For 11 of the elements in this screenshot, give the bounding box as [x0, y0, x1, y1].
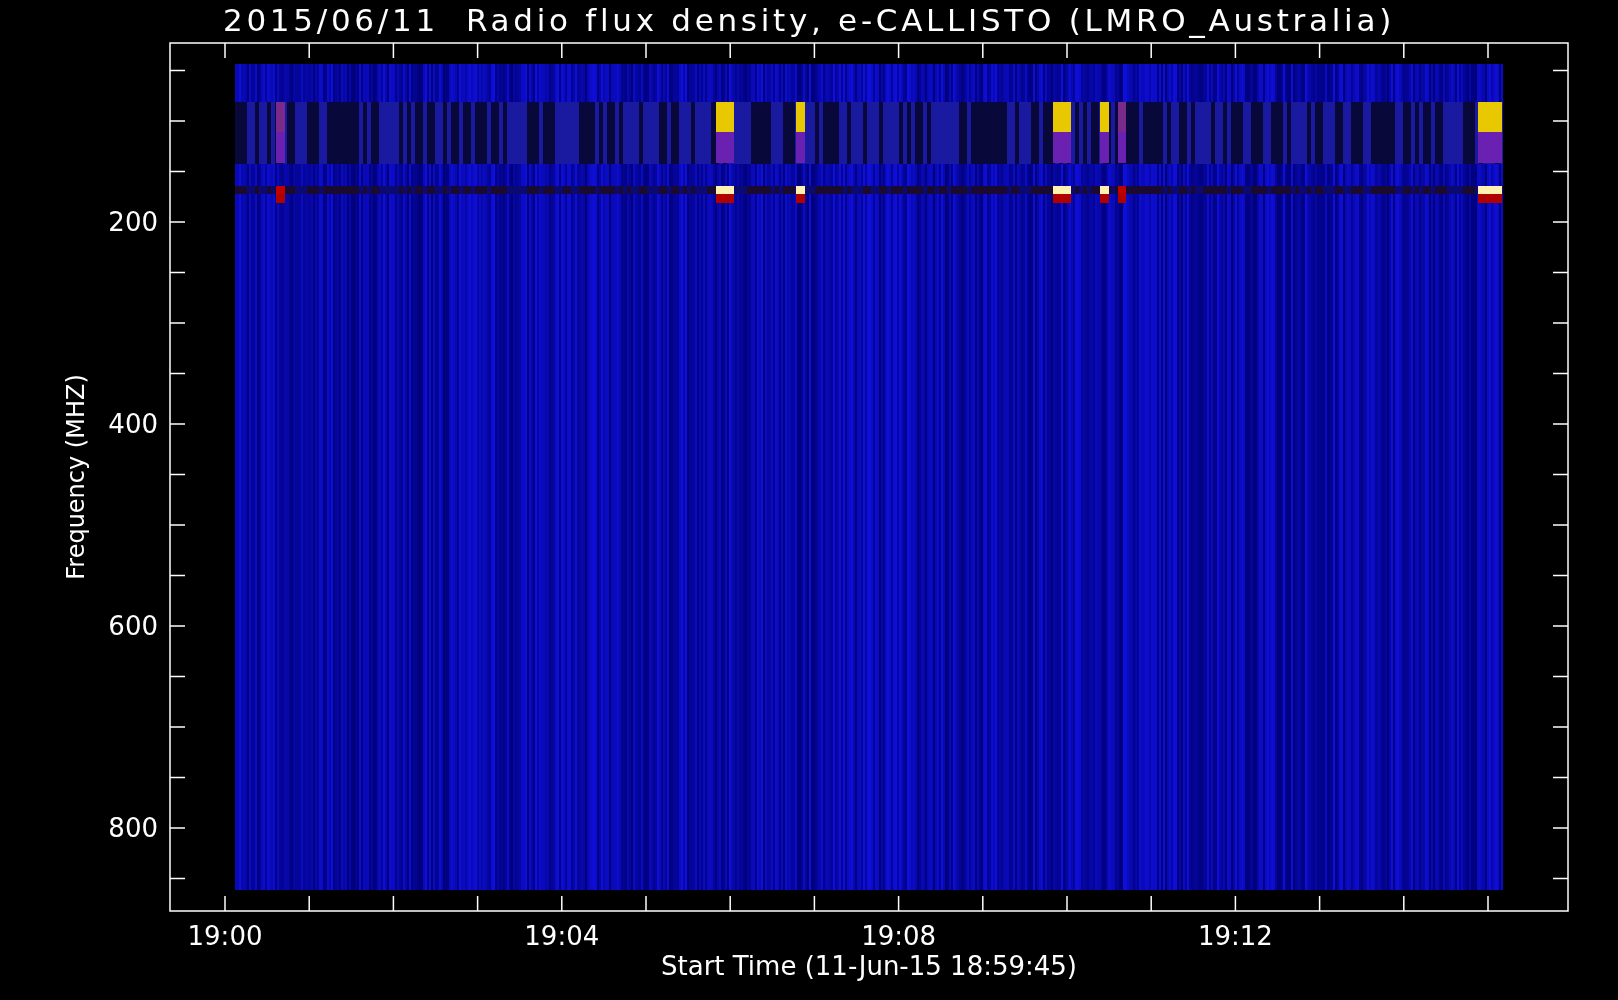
y-tick-label: 600 — [108, 611, 158, 641]
x-tick-label: 19:08 — [861, 921, 937, 951]
x-axis-label: Start Time (11-Jun-15 18:59:45) — [661, 951, 1077, 981]
x-tick-label: 19:12 — [1197, 921, 1273, 951]
y-tick-label: 200 — [108, 207, 158, 237]
y-axis-label: Frequency (MHZ) — [62, 374, 90, 580]
y-tick-label: 800 — [108, 813, 158, 843]
plot-title: 2015/06/11 Radio flux density, e-CALLISTO (LMRO_Australia) — [223, 1, 1395, 40]
x-tick-label: 19:00 — [187, 921, 263, 951]
y-tick-label: 400 — [108, 409, 158, 439]
x-tick-label: 19:04 — [524, 921, 600, 951]
